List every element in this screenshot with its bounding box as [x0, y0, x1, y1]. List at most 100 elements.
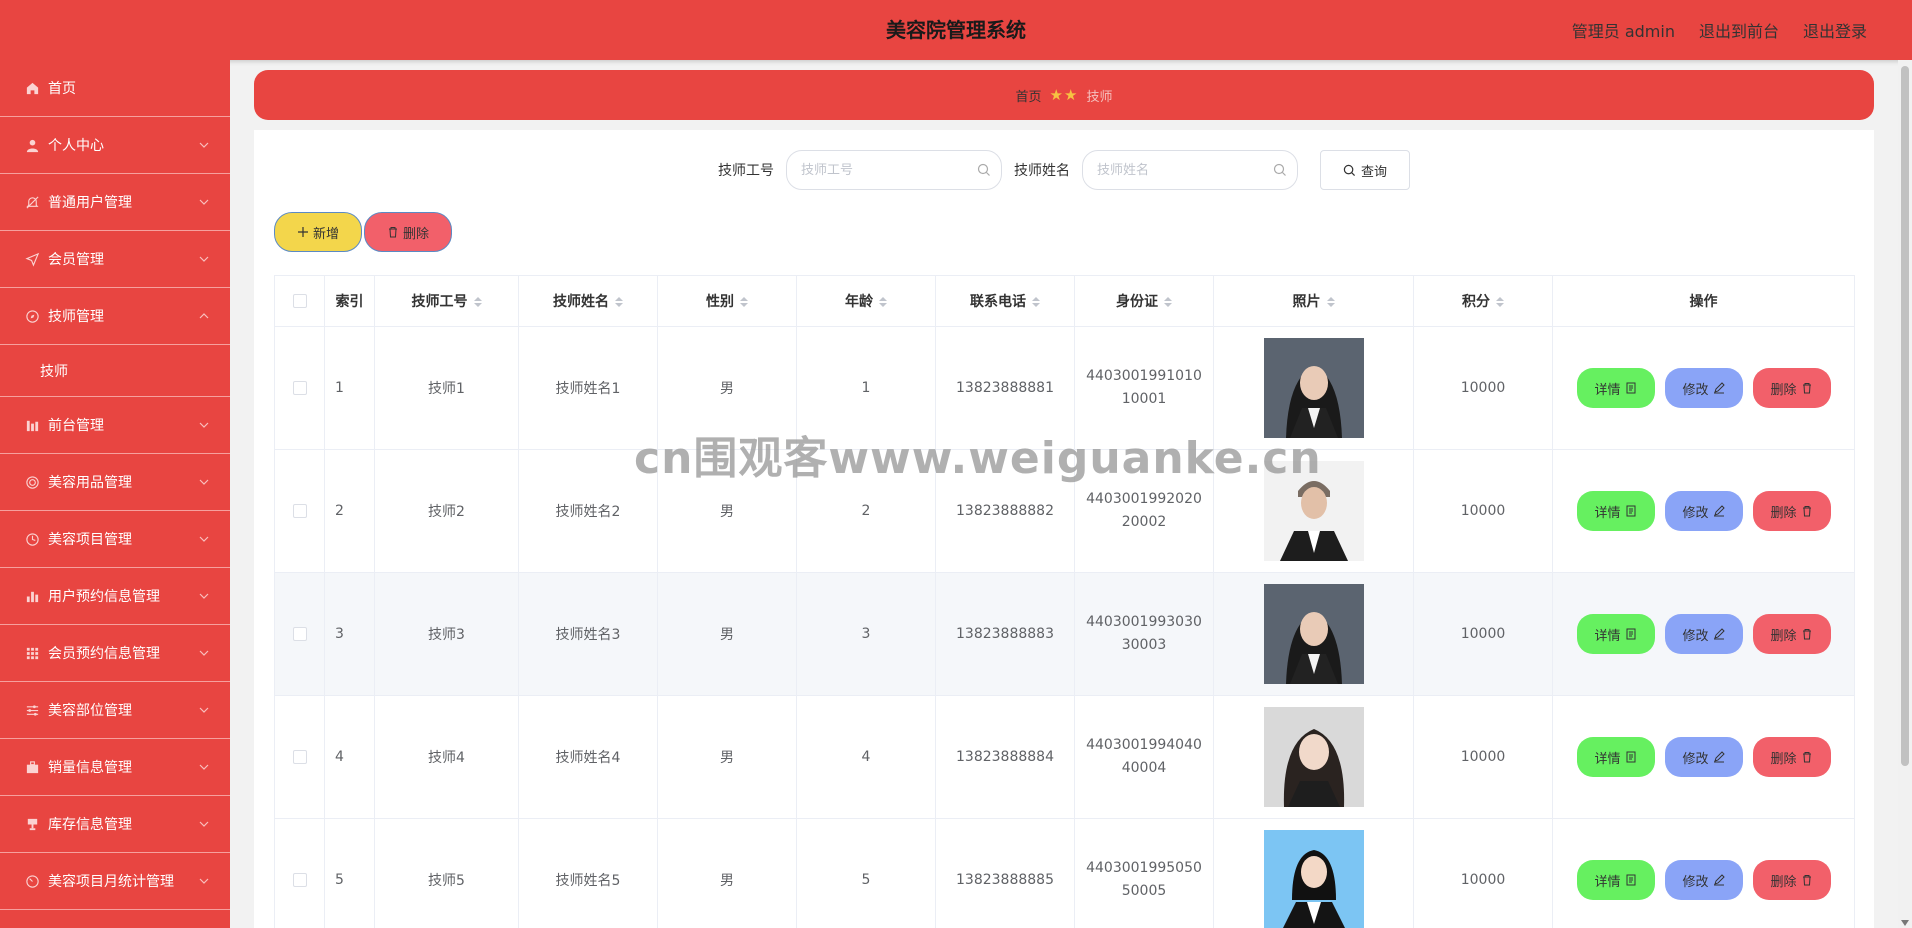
add-button[interactable]: 新增	[274, 212, 362, 252]
chevron-down-icon	[199, 256, 209, 262]
cell-tech-name: 技师姓名3	[518, 572, 658, 696]
header-label: 性别	[706, 294, 734, 310]
header-id-card[interactable]: 身份证	[1074, 275, 1214, 327]
delete-button[interactable]: 删除	[1752, 737, 1831, 777]
search-input-no-wrapper	[786, 150, 1002, 190]
detail-button[interactable]: 详情	[1576, 737, 1655, 777]
cell-phone: 13823888882	[935, 449, 1075, 573]
sidebar-item-sales[interactable]: 销量信息管理	[0, 739, 230, 796]
page-scrollbar[interactable]	[1898, 60, 1912, 928]
technician-no-input[interactable]	[787, 151, 1001, 189]
scroll-down-arrow-icon[interactable]	[1901, 920, 1909, 926]
header-tech-name[interactable]: 技师姓名	[518, 275, 658, 327]
batch-delete-button[interactable]: 删除	[364, 212, 452, 252]
search-icon	[1273, 163, 1286, 176]
row-checkbox[interactable]	[292, 627, 307, 641]
bell-off-icon	[24, 194, 40, 210]
sidebar-subitem-label: 技师	[40, 363, 68, 380]
edit-button[interactable]: 修改	[1664, 491, 1743, 531]
search-icon	[1343, 164, 1356, 176]
query-button[interactable]: 查询	[1320, 150, 1410, 190]
cell-points: 10000	[1413, 449, 1553, 573]
row-checkbox[interactable]	[292, 750, 307, 764]
sidebar-item-inventory[interactable]: 库存信息管理	[0, 796, 230, 853]
sidebar-item-label: 用户预约信息管理	[48, 589, 160, 605]
row-checkbox[interactable]	[292, 873, 307, 887]
cell-tech-no: 技师2	[374, 449, 519, 573]
sidebar-item-front-desk[interactable]: 前台管理	[0, 397, 230, 454]
cell-age: 5	[796, 818, 936, 928]
header-photo[interactable]: 照片	[1213, 275, 1414, 327]
sidebar-item-projects[interactable]: 美容项目管理	[0, 511, 230, 568]
select-all-checkbox[interactable]	[292, 294, 307, 308]
sort-icon[interactable]	[879, 297, 887, 307]
chevron-down-icon	[199, 536, 209, 542]
sidebar-item-users[interactable]: 普通用户管理	[0, 174, 230, 231]
technician-name-input[interactable]	[1083, 151, 1297, 189]
delete-button[interactable]: 删除	[1752, 860, 1831, 900]
sidebar-item-label: 库存信息管理	[48, 817, 132, 833]
sidebar-item-members[interactable]: 会员管理	[0, 231, 230, 288]
sidebar-item-label: 会员管理	[48, 252, 104, 268]
edit-label: 修改	[1682, 505, 1709, 521]
row-actions: 详情 修改 删除	[1553, 860, 1854, 900]
sidebar-item-label: 普通用户管理	[48, 195, 132, 211]
sidebar-item-label: 美容项目管理	[48, 532, 132, 548]
row-checkbox[interactable]	[292, 504, 307, 518]
cell-tech-name: 技师姓名1	[518, 326, 658, 450]
sort-icon[interactable]	[473, 297, 482, 307]
sidebar-item-technicians[interactable]: 技师管理	[0, 288, 230, 345]
sidebar-item-supplies[interactable]: 美容用品管理	[0, 454, 230, 511]
sidebar-item-body-parts[interactable]: 美容部位管理	[0, 682, 230, 739]
logout-link[interactable]: 退出登录	[1803, 18, 1867, 42]
header-points[interactable]: 积分	[1413, 275, 1553, 327]
edit-button[interactable]: 修改	[1664, 737, 1743, 777]
sort-icon[interactable]	[615, 297, 623, 307]
row-checkbox-cell	[274, 695, 325, 819]
delete-label: 删除	[1770, 628, 1797, 644]
row-checkbox-cell	[274, 572, 325, 696]
edit-button[interactable]: 修改	[1664, 860, 1743, 900]
delete-button[interactable]: 删除	[1752, 368, 1831, 408]
sort-icon[interactable]	[1496, 297, 1504, 307]
top-header: 美容院管理系统 管理员 admin 退出到前台 退出登录	[0, 0, 1912, 60]
sort-icon[interactable]	[1032, 297, 1040, 307]
detail-button[interactable]: 详情	[1576, 860, 1655, 900]
pencil-icon	[1713, 751, 1725, 763]
sort-icon[interactable]	[1326, 297, 1335, 307]
breadcrumb-home[interactable]: 首页	[1016, 86, 1042, 105]
header-age[interactable]: 年龄	[796, 275, 936, 327]
delete-button[interactable]: 删除	[1752, 614, 1831, 654]
search-icon	[977, 163, 990, 176]
edit-button[interactable]: 修改	[1664, 614, 1743, 654]
detail-button[interactable]: 详情	[1576, 491, 1655, 531]
sidebar-item-profile[interactable]: 个人中心	[0, 117, 230, 174]
to-front-link[interactable]: 退出到前台	[1699, 18, 1779, 42]
header-phone[interactable]: 联系电话	[935, 275, 1075, 327]
sort-icon[interactable]	[1164, 297, 1172, 307]
scrollbar-thumb[interactable]	[1901, 66, 1909, 766]
cell-operations: 详情 修改 删除	[1552, 572, 1855, 696]
header-gender[interactable]: 性别	[657, 275, 797, 327]
cell-index: 1	[324, 326, 375, 450]
sidebar-item-user-bookings[interactable]: 用户预约信息管理	[0, 568, 230, 625]
detail-button[interactable]: 详情	[1576, 368, 1655, 408]
cell-gender: 男	[657, 695, 797, 819]
table-row: 2 技师2 技师姓名2 男 2 13823888882 440300199202…	[274, 449, 1855, 573]
breadcrumb: 首页 ★★ 技师	[254, 70, 1874, 120]
detail-button[interactable]: 详情	[1576, 614, 1655, 654]
pencil-icon	[1713, 382, 1725, 394]
cell-phone: 13823888884	[935, 695, 1075, 819]
timer-icon	[24, 873, 40, 889]
row-checkbox[interactable]	[292, 381, 307, 395]
header-label: 身份证	[1116, 294, 1158, 310]
sidebar-item-monthly-stats[interactable]: 美容项目月统计管理	[0, 853, 230, 910]
delete-button[interactable]: 删除	[1752, 491, 1831, 531]
sidebar-subitem-technician[interactable]: 技师	[0, 345, 230, 397]
sort-icon[interactable]	[740, 297, 748, 307]
sidebar-item-home[interactable]: 首页	[0, 60, 230, 117]
sidebar-item-member-bookings[interactable]: 会员预约信息管理	[0, 625, 230, 682]
header-tech-no[interactable]: 技师工号	[374, 275, 519, 327]
header-label: 照片	[1292, 294, 1321, 310]
edit-button[interactable]: 修改	[1664, 368, 1743, 408]
